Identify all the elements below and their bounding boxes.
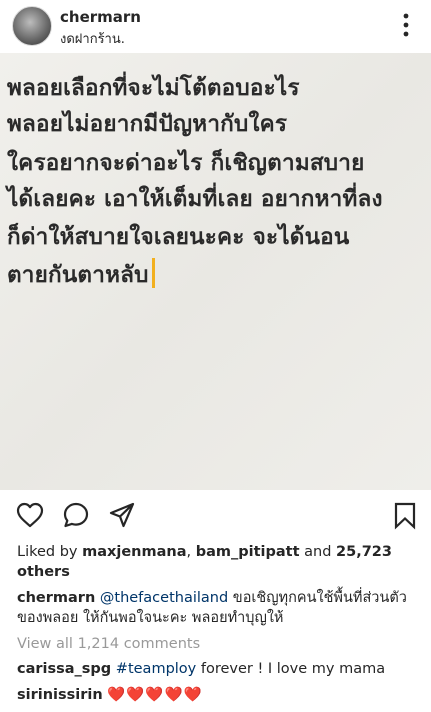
comment-username[interactable]: carissa_spg bbox=[17, 661, 111, 677]
bookmark-icon[interactable] bbox=[390, 500, 420, 530]
likes-line: Liked by maxjenmana, bam_pitipatt and 25… bbox=[17, 542, 417, 582]
action-bar bbox=[0, 490, 431, 540]
likes-prefix: Liked by bbox=[17, 544, 83, 560]
post-header: chermarn งดฝากร้าน. bbox=[0, 0, 431, 53]
text-cursor bbox=[151, 258, 155, 288]
liker-username[interactable]: maxjenmana bbox=[82, 544, 186, 560]
comment-text: forever ! I love my mama bbox=[196, 661, 386, 677]
share-icon[interactable] bbox=[107, 500, 137, 530]
comment-icon[interactable] bbox=[61, 500, 91, 530]
comment-item: carissa_spg #teamploy forever ! I love m… bbox=[17, 661, 385, 677]
comment-item: sirinissirin ❤️❤️❤️❤️❤️ bbox=[17, 686, 203, 703]
caption-mention[interactable]: @thefacethailand bbox=[100, 590, 228, 606]
likes-others[interactable]: others bbox=[17, 564, 70, 580]
image-text-line: พลอยไม่อยากมีปัญหากับใคร bbox=[7, 111, 288, 137]
heart-icon[interactable] bbox=[15, 500, 45, 530]
likes-and: and bbox=[299, 544, 337, 560]
image-text-line: พลอยเลือกที่จะไม่โต้ตอบอะไร bbox=[7, 75, 300, 101]
image-text-line: ได้เลยคะ เอาให้เต็มที่เลย อยากหาที่ลง bbox=[7, 186, 383, 212]
post-username[interactable]: chermarn bbox=[60, 8, 141, 26]
liker-username[interactable]: bam_pitipatt bbox=[196, 544, 300, 560]
comment-username[interactable]: sirinissirin bbox=[17, 687, 103, 703]
comment-text: ❤️❤️❤️❤️❤️ bbox=[107, 687, 203, 703]
view-all-comments-link[interactable]: View all 1,214 comments bbox=[17, 636, 200, 652]
post-location[interactable]: งดฝากร้าน. bbox=[60, 28, 125, 49]
post-caption: chermarn @thefacethailand ขอเชิญทุกคนใช้… bbox=[17, 588, 427, 628]
likes-count[interactable]: 25,723 bbox=[336, 544, 392, 560]
likes-sep: , bbox=[186, 544, 196, 560]
image-text-line: ตายกันตาหลับ bbox=[7, 262, 149, 288]
more-vertical-icon[interactable] bbox=[396, 12, 416, 38]
avatar[interactable] bbox=[12, 6, 52, 46]
image-text-line: ก็ด่าให้สบายใจเลยนะคะ จะได้นอน bbox=[7, 224, 350, 250]
image-text-line: ใครอยากจะด่าอะไร ก็เชิญตามสบาย bbox=[7, 150, 365, 176]
caption-username[interactable]: chermarn bbox=[17, 590, 95, 606]
post-image[interactable]: พลอยเลือกที่จะไม่โต้ตอบอะไร พลอยไม่อยากม… bbox=[0, 53, 431, 490]
comment-hashtag[interactable]: #teamploy bbox=[116, 661, 196, 677]
image-text-line-last: ตายกันตาหลับ bbox=[7, 256, 155, 292]
